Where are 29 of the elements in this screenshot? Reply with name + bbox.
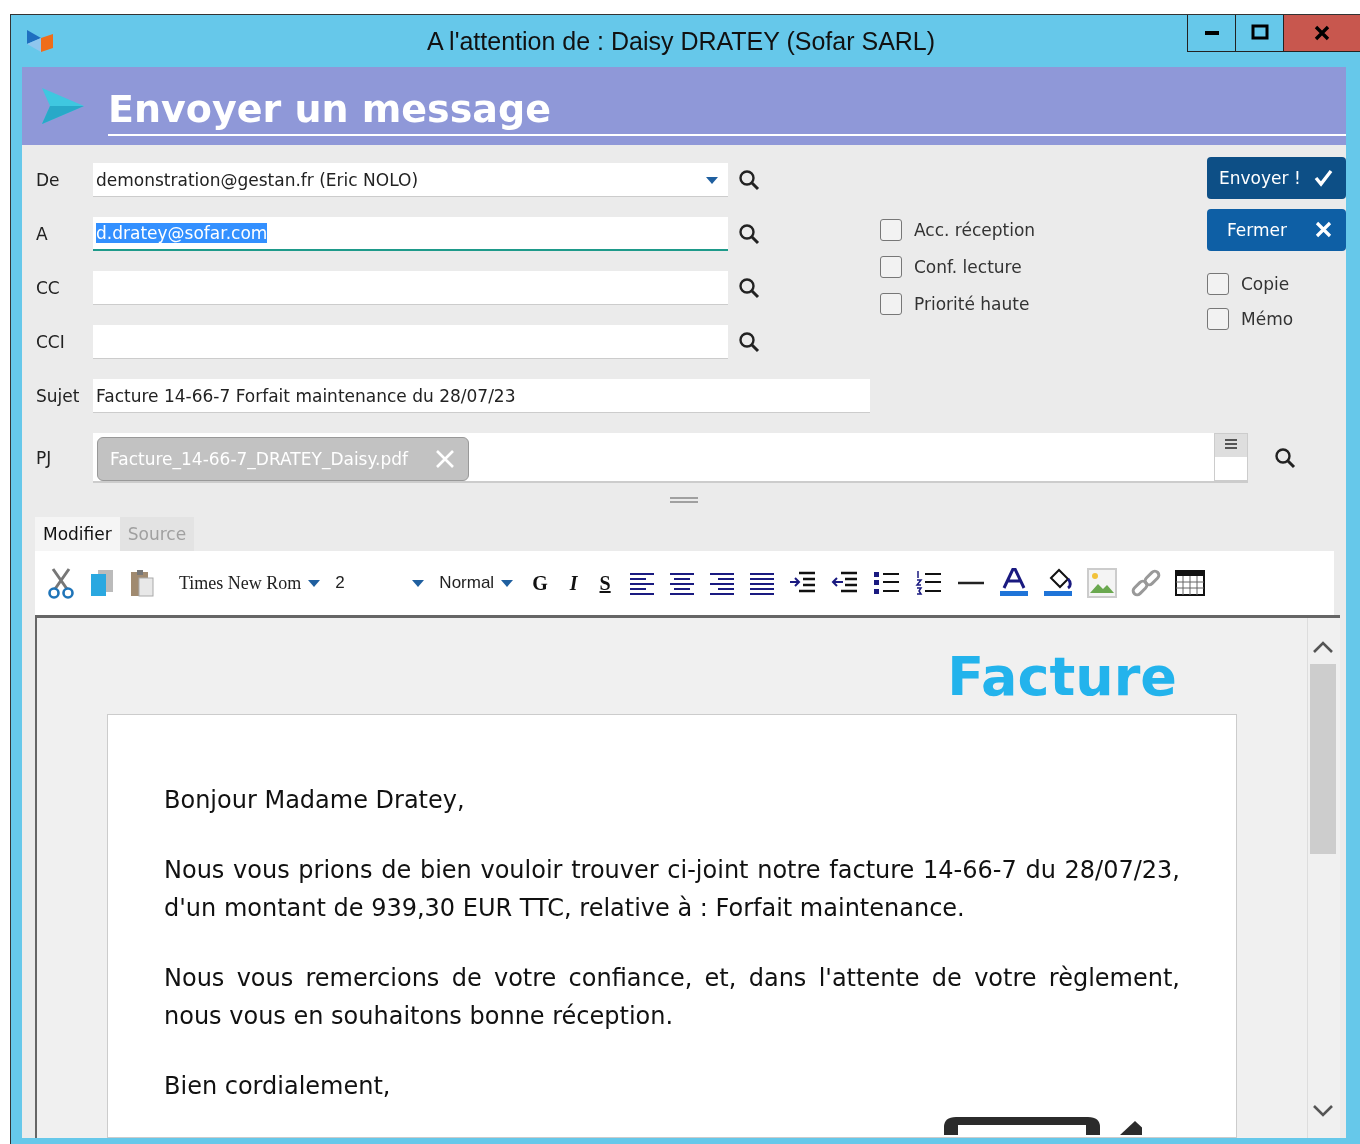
page-title: Envoyer un message: [108, 86, 1346, 136]
paragraph: Bien cordialement,: [164, 1071, 392, 1102]
field-label: PJ: [36, 448, 53, 468]
field-label: CCI: [36, 332, 66, 352]
send-button[interactable]: Envoyer !: [1207, 157, 1346, 199]
window-title: A l'attention de : Daisy DRATEY (Sofar SARL): [425, 26, 937, 56]
size-dropdown[interactable]: 2: [335, 573, 426, 593]
editor-tab[interactable]: Modifier: [35, 517, 120, 551]
checkbox-label: Acc. réception: [914, 220, 1036, 240]
checkbox-label: Copie: [1241, 274, 1290, 294]
close-form-button[interactable]: Fermer: [1207, 209, 1346, 251]
invoice-heading: Facture: [947, 650, 1177, 704]
input-field[interactable]: Facture 14-66-7 Forfait maintenance du 28/07/23: [93, 379, 870, 413]
bold-button[interactable]: G: [528, 571, 552, 595]
paragraph: Bonjour Madame Dratey,: [164, 785, 466, 816]
font-dropdown[interactable]: Times New Rom: [179, 572, 322, 594]
field-label: De: [36, 170, 61, 190]
paragraph: Nous vous prions de bien vouloir trouver ci-joint notre facture 14-66-7 du 28/07/23, d'un montant de 939,30 EUR TTC, relative à : Forfait maintenance.: [164, 855, 1180, 924]
style-dropdown[interactable]: Normal: [439, 573, 515, 593]
checkbox-label: Conf. lecture: [914, 257, 1022, 277]
underline-button[interactable]: S: [595, 571, 615, 595]
field-label: A: [36, 224, 49, 244]
checkbox-label: Mémo: [1241, 309, 1294, 329]
field-label: Sujet: [36, 386, 81, 406]
field-label: CC: [36, 278, 61, 298]
italic-button[interactable]: I: [565, 571, 582, 595]
checkbox-label: Priorité haute: [914, 294, 1030, 314]
paragraph: Nous vous remercions de votre confiance, et, dans l'attente de votre règlement, nous vous en souhaitons bonne réception.: [164, 963, 1180, 1032]
dropdown-field[interactable]: demonstration@gestan.fr (Eric NOLO): [93, 163, 728, 197]
